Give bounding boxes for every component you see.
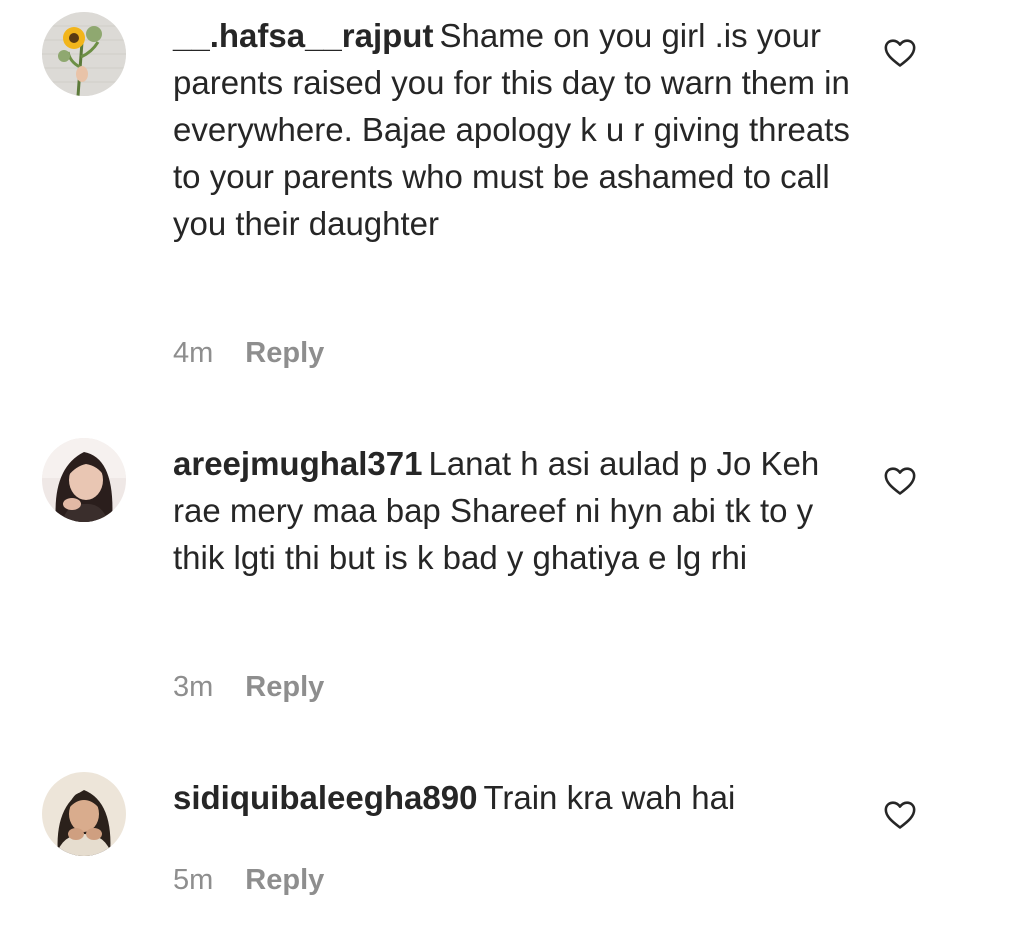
comment-body: sidiquibaleegha890 Train kra wah hai	[173, 774, 853, 821]
avatar[interactable]	[42, 438, 126, 522]
comment-body: areejmughal371 Lanat h asi aulad p Jo Keh…	[173, 440, 853, 581]
comment-username[interactable]: areejmughal371	[173, 445, 422, 482]
comment-meta: 4m Reply	[173, 337, 324, 370]
comment-text: Train kra wah hai	[483, 779, 736, 816]
comment-body: __.hafsa__rajput Shame on you girl .is yo…	[173, 12, 853, 247]
comment-username[interactable]: __.hafsa__rajput	[173, 17, 433, 54]
comment-username[interactable]: sidiquibaleegha890	[173, 779, 477, 816]
comment-meta: 3m Reply	[173, 671, 324, 704]
user-photo-avatar-icon	[42, 772, 126, 856]
comment-timestamp: 5m	[173, 864, 214, 896]
reply-button[interactable]: Reply	[245, 864, 324, 897]
comment-timestamp: 4m	[173, 337, 214, 369]
avatar[interactable]	[42, 772, 126, 856]
reply-button[interactable]: Reply	[245, 337, 324, 370]
comment-timestamp: 3m	[173, 671, 214, 703]
user-photo-avatar-icon	[42, 438, 126, 522]
like-heart-icon[interactable]	[883, 798, 917, 830]
reply-button[interactable]: Reply	[245, 671, 324, 704]
comment-meta: 5m Reply	[173, 864, 324, 897]
like-heart-icon[interactable]	[883, 36, 917, 68]
sunflower-avatar-icon	[42, 12, 126, 96]
avatar[interactable]	[42, 12, 126, 96]
like-heart-icon[interactable]	[883, 464, 917, 496]
